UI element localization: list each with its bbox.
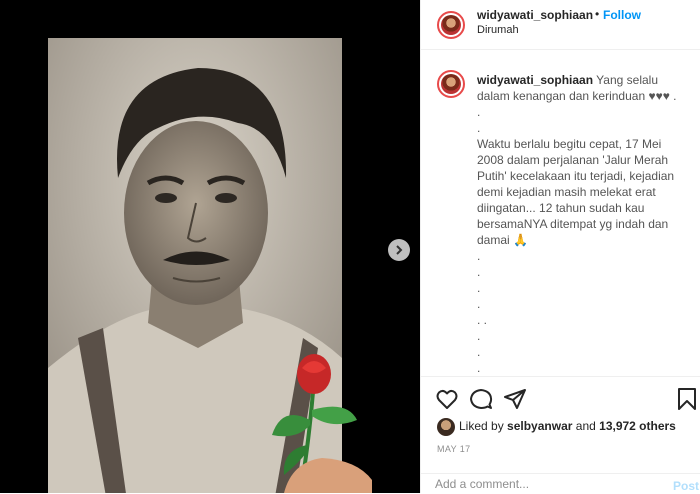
likes-prefix: Liked by [459,419,504,433]
comment-bar: Post [421,473,700,494]
separator-dot: • [595,7,600,21]
likes-and: and [575,419,596,433]
comment-icon[interactable] [469,387,493,411]
caption-area[interactable]: widyawati_sophiaan Yang selalu dalam ken… [421,50,700,376]
caption-avatar[interactable] [437,70,465,98]
caption-dot: . [477,105,481,119]
likes-summary: Liked by selbyanwar and 13,972 others [459,419,676,433]
liker-avatar[interactable] [437,418,455,436]
post-actions: Liked by selbyanwar and 13,972 others MA… [421,376,700,493]
liker-username[interactable]: selbyanwar [507,419,572,433]
caption-text: widyawati_sophiaan Yang selalu dalam ken… [477,72,687,376]
likes-count[interactable]: 13,972 others [599,419,676,433]
author-username[interactable]: widyawati_sophiaan [477,8,593,22]
post-location[interactable]: Dirumah [477,24,519,36]
author-avatar[interactable] [437,11,465,39]
comment-input[interactable] [435,477,655,491]
heart-icon[interactable] [435,387,459,411]
caption-dot: . [477,249,481,263]
caption-dot: . [477,361,481,375]
caption-username[interactable]: widyawati_sophiaan [477,73,593,87]
bookmark-icon[interactable] [675,387,699,411]
caption-first-line: widyawati_sophiaan Yang selalu dalam ken… [477,72,687,104]
caption-dot: . . [477,313,488,327]
caption-dot: . [477,265,481,279]
post-details-panel: widyawati_sophiaan • Follow Dirumah widy… [420,0,700,493]
caption-dot: . [477,329,481,343]
caption-body: Waktu berlalu begitu cepat, 17 Mei 2008 … [477,137,675,247]
post-comment-button[interactable]: Post [673,479,699,493]
caption-dot: . [477,281,481,295]
caption-dot: . [477,297,481,311]
post-header: widyawati_sophiaan • Follow Dirumah [421,0,700,50]
post-date[interactable]: MAY 17 [437,444,471,454]
next-image-button[interactable] [388,239,410,261]
caption-dot: . [477,345,481,359]
follow-button[interactable]: Follow [603,8,641,22]
caption-dot: . [477,121,481,135]
chevron-right-icon [396,245,403,255]
share-icon[interactable] [503,387,527,411]
rose-image [262,350,372,493]
post-media[interactable] [0,0,420,493]
